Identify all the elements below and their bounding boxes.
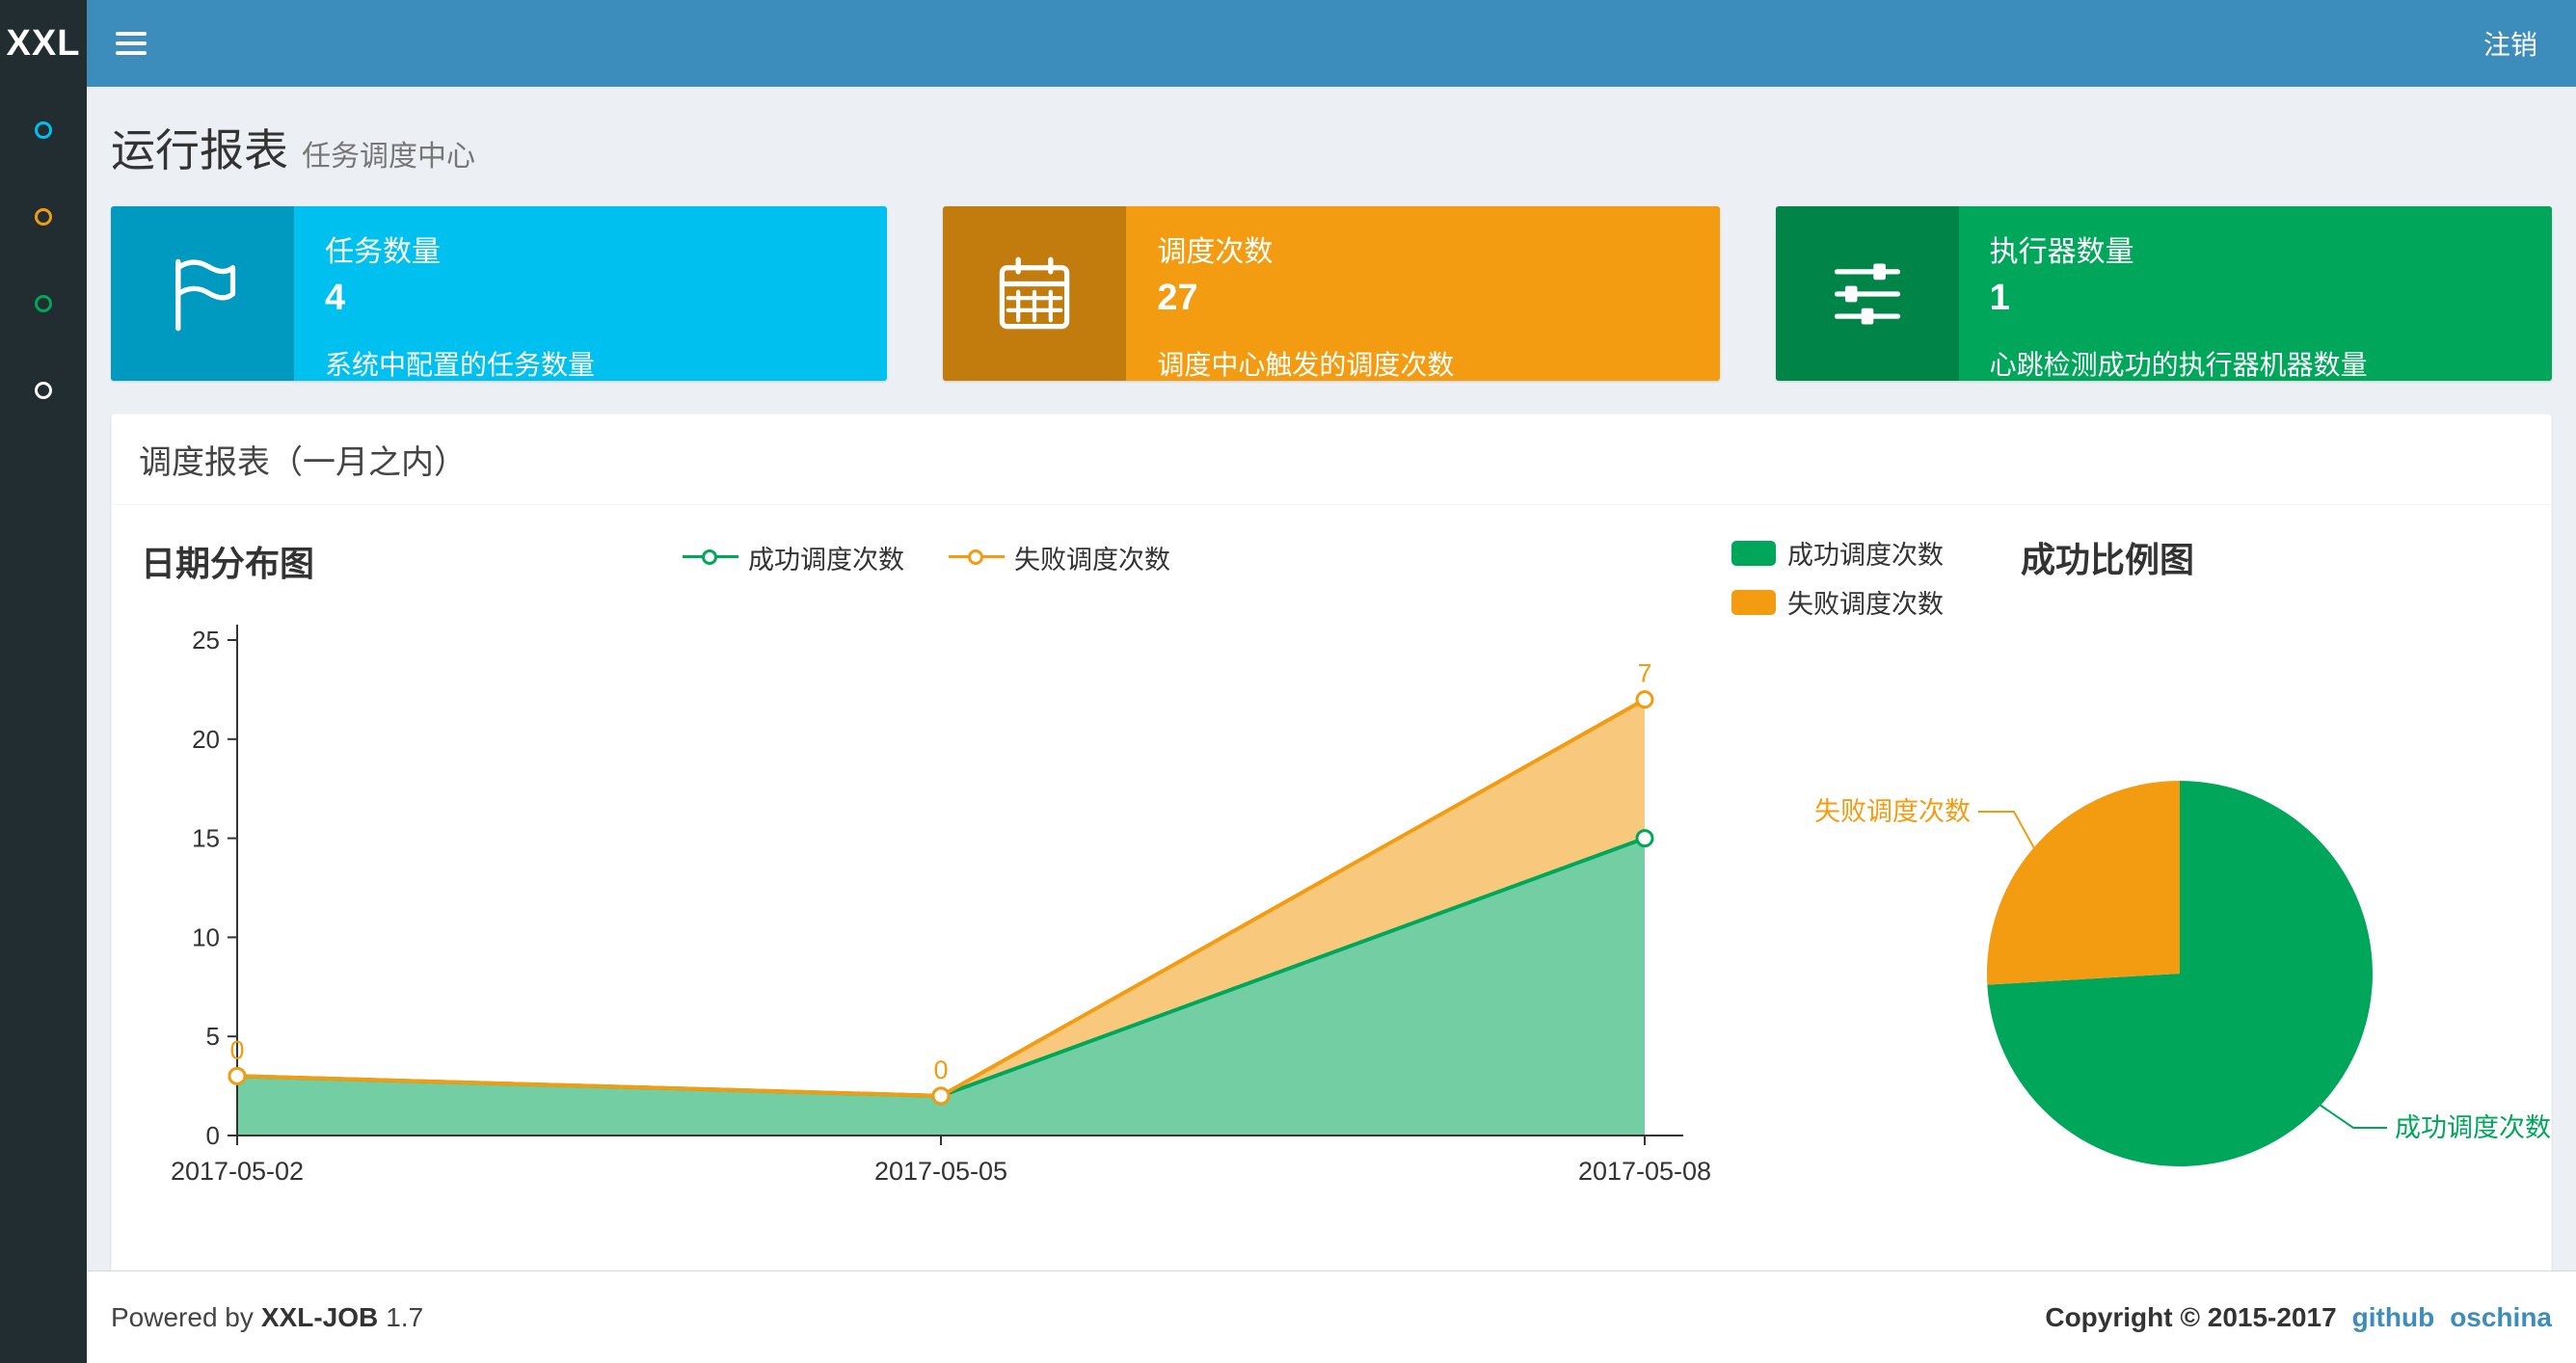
copyright-text: Copyright © 2015-2017 — [2045, 1301, 2337, 1332]
pie-legend: 成功调度次数 失败调度次数 — [1731, 530, 1944, 621]
powered-by: Powered by XXL-JOB 1.7 — [111, 1302, 431, 1333]
line-chart-header: 日期分布图 成功调度次数 失败调度次数 — [121, 530, 1731, 584]
legend-swatch — [1731, 540, 1776, 566]
info-box-desc: 系统中配置的任务数量 — [325, 350, 596, 380]
svg-text:失败调度次数: 失败调度次数 — [1814, 797, 1971, 826]
info-box-content: 执行器数量 1 心跳检测成功的执行器机器数量 — [1959, 206, 2552, 381]
logout-link[interactable]: 注销 — [2445, 24, 2576, 63]
panel-body: 日期分布图 成功调度次数 失败调度次数 0 5 10 15 20 25 2017-05-02… — [112, 505, 2551, 1282]
report-panel: 调度报表（一月之内） 日期分布图 成功调度次数 失败调度次数 0 5 10 15… — [111, 414, 2552, 1283]
circle-icon — [35, 295, 52, 312]
info-box-desc: 心跳检测成功的执行器机器数量 — [1989, 350, 2368, 380]
info-box-jobs: 任务数量 4 系统中配置的任务数量 — [111, 206, 888, 381]
info-box-label: 调度次数 — [1157, 236, 1274, 268]
svg-text:成功调度次数: 成功调度次数 — [2395, 1113, 2551, 1142]
svg-text:20: 20 — [192, 725, 220, 754]
svg-text:0: 0 — [933, 1056, 948, 1084]
svg-text:5: 5 — [206, 1022, 220, 1051]
info-box-row: 任务数量 4 系统中配置的任务数量 调度次数 27 调度中心触发的调度次数 执行… — [87, 179, 2576, 381]
brand-name: XXL-JOB — [260, 1301, 379, 1332]
info-box-value: 4 — [325, 278, 346, 318]
sidebar-item-executor[interactable] — [0, 347, 87, 434]
info-box-desc: 调度中心触发的调度次数 — [1157, 350, 1455, 380]
date-distribution-section: 日期分布图 成功调度次数 失败调度次数 0 5 10 15 20 25 2017-05-02… — [121, 521, 1731, 1253]
legend-swatch — [1731, 589, 1776, 615]
legend-label: 失败调度次数 — [1014, 545, 1170, 575]
success-ratio-section: 成功调度次数 失败调度次数 成功比例图 失败调度次数 成功调度次数 — [1731, 521, 2551, 1253]
legend-label: 成功调度次数 — [1787, 541, 1944, 570]
oschina-link[interactable]: oschina — [2450, 1302, 2552, 1333]
pie-legend-item-fail[interactable]: 失败调度次数 — [1731, 583, 1944, 621]
pie-chart-title: 成功比例图 — [2021, 540, 2195, 579]
info-box-label: 执行器数量 — [1989, 236, 2134, 268]
svg-text:0: 0 — [206, 1121, 220, 1150]
legend-line-marker — [949, 548, 1005, 567]
date-distribution-chart: 05101520252017-05-02 2017-05-05 2017-05-08… — [171, 625, 1711, 1186]
legend-item-fail[interactable]: 失败调度次数 — [949, 539, 1170, 576]
flag-icon — [111, 206, 294, 381]
svg-text:2017-05-02: 2017-05-02 — [171, 1157, 304, 1186]
svg-text:0: 0 — [229, 1035, 244, 1064]
info-box-executors: 执行器数量 1 心跳检测成功的执行器机器数量 — [1775, 206, 2552, 381]
sidebar-item-log[interactable] — [0, 260, 87, 347]
page-title: 运行报表 — [111, 125, 288, 175]
success-ratio-pie-chart: 失败调度次数成功调度次数 — [1814, 781, 2551, 1166]
pie-chart-header: 成功调度次数 失败调度次数 成功比例图 — [1731, 530, 2551, 621]
version-label: 1.7 — [386, 1301, 424, 1332]
sliders-icon — [1775, 206, 1959, 381]
svg-text:15: 15 — [192, 824, 220, 853]
footer-right: Copyright © 2015-2017 github oschina — [2045, 1302, 2552, 1333]
circle-icon — [35, 208, 52, 226]
github-link[interactable]: github — [2352, 1302, 2435, 1333]
content-header: 运行报表 任务调度中心 — [87, 87, 2576, 179]
info-box-content: 调度次数 27 调度中心触发的调度次数 — [1126, 206, 1719, 381]
circle-icon — [35, 121, 52, 139]
legend-line-marker — [683, 548, 738, 567]
pie-legend-item-success[interactable]: 成功调度次数 — [1731, 534, 1944, 572]
svg-text:10: 10 — [192, 922, 220, 951]
svg-text:7: 7 — [1637, 659, 1651, 688]
info-box-content: 任务数量 4 系统中配置的任务数量 — [294, 206, 887, 381]
info-box-triggers: 调度次数 27 调度中心触发的调度次数 — [943, 206, 1720, 381]
footer: Powered by XXL-JOB 1.7 Copyright © 2015-20… — [87, 1270, 2576, 1363]
calendar-icon — [943, 206, 1127, 381]
info-box-label: 任务数量 — [325, 236, 441, 268]
sidebar — [0, 87, 87, 1363]
info-box-value: 1 — [1989, 278, 2010, 318]
hamburger-icon — [116, 32, 147, 36]
sidebar-item-jobs[interactable] — [0, 174, 87, 260]
sidebar-toggle-button[interactable] — [87, 0, 175, 87]
page-subtitle: 任务调度中心 — [302, 141, 475, 173]
info-box-value: 27 — [1157, 278, 1198, 318]
line-chart-legend: 成功调度次数 失败调度次数 — [121, 530, 1731, 584]
app-logo[interactable]: XXL — [0, 0, 87, 87]
legend-item-success[interactable]: 成功调度次数 — [683, 539, 904, 576]
sidebar-item-report[interactable] — [0, 87, 87, 174]
legend-label: 成功调度次数 — [748, 545, 904, 575]
svg-text:2017-05-05: 2017-05-05 — [874, 1157, 1007, 1186]
powered-by-prefix: Powered by — [111, 1301, 254, 1332]
line-chart-title: 日期分布图 — [141, 544, 315, 583]
circle-icon — [35, 382, 52, 399]
svg-text:2017-05-08: 2017-05-08 — [1578, 1157, 1711, 1186]
top-navbar: XXL 注销 — [0, 0, 2576, 87]
svg-text:25: 25 — [192, 626, 220, 655]
legend-label: 失败调度次数 — [1787, 590, 1944, 619]
main-content: 运行报表 任务调度中心 任务数量 4 系统中配置的任务数量 调度次数 27 调度… — [87, 87, 2576, 1363]
panel-title: 调度报表（一月之内） — [112, 414, 2551, 505]
